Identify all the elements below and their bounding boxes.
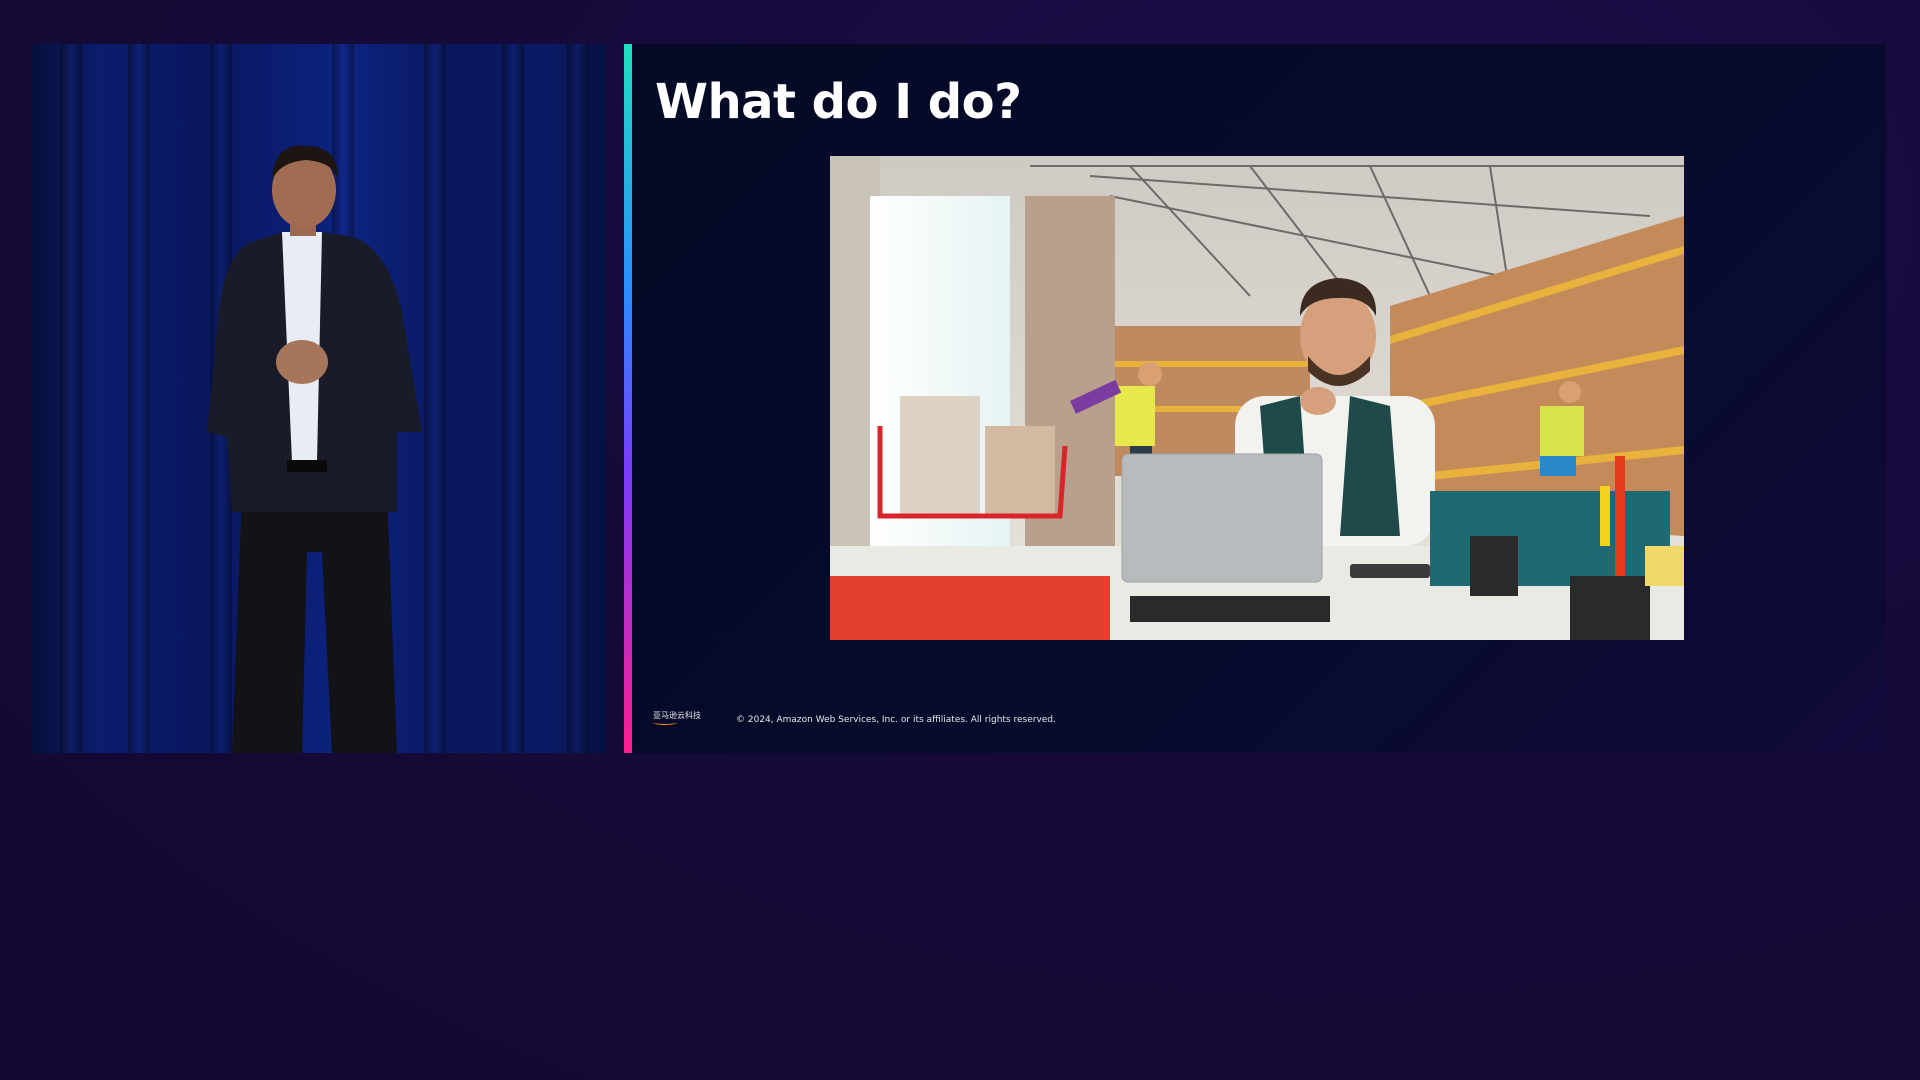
amazon-smile-icon bbox=[653, 720, 677, 725]
presenter-figure bbox=[182, 132, 482, 753]
speaker-video-panel bbox=[32, 44, 606, 753]
presentation-slide: What do I do? 亚马逊云科技 © 2024, Amazon Web … bbox=[632, 44, 1886, 753]
accent-divider-bar bbox=[624, 44, 632, 753]
warehouse-worker-laptop-photo bbox=[830, 156, 1684, 640]
event-stream-frame: What do I do? 亚马逊云科技 © 2024, Amazon Web … bbox=[0, 0, 1920, 1080]
logo-text: 亚马逊云科技 bbox=[653, 711, 701, 720]
slide-copyright: © 2024, Amazon Web Services, Inc. or its… bbox=[736, 715, 1056, 725]
slide-title: What do I do? bbox=[655, 74, 1022, 130]
aws-china-logo: 亚马逊云科技 bbox=[653, 710, 701, 725]
